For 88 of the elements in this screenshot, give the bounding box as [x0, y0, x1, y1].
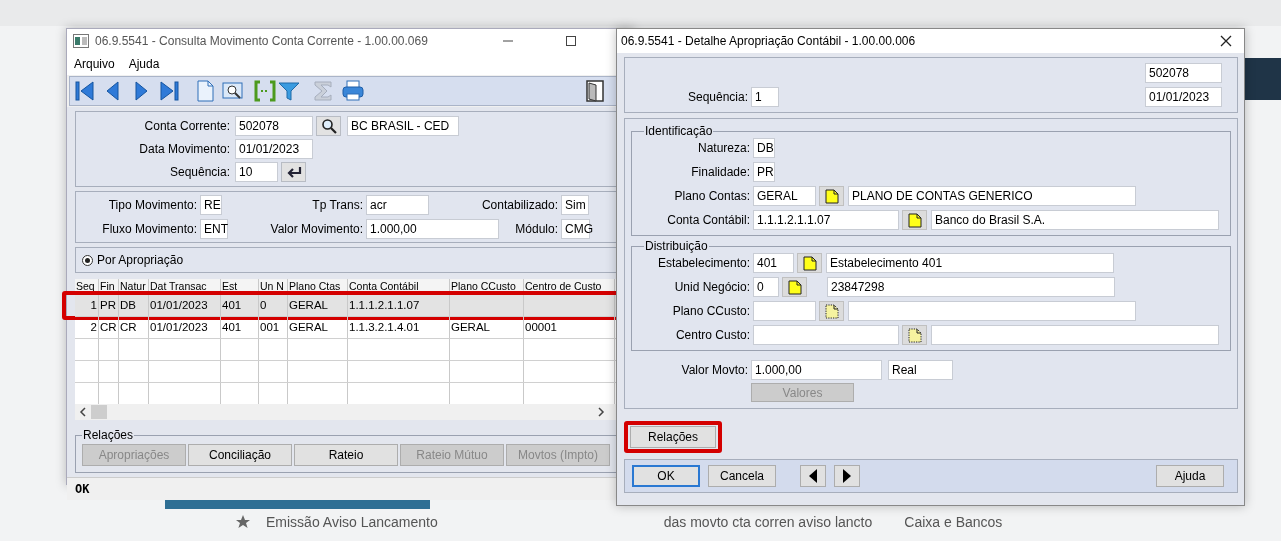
column-header[interactable]: Natur [119, 279, 149, 294]
table-cell: CR [99, 317, 119, 338]
relations-button[interactable]: Relações [630, 426, 716, 448]
table-cell: GERAL [288, 295, 348, 316]
table-cell: 401 [221, 317, 259, 338]
table-cell: 1.1.1.2.1.1.07 [348, 295, 450, 316]
column-header[interactable]: Un N [259, 279, 288, 294]
description-field: BC BRASIL - CED [347, 116, 459, 136]
field-label: Contabilizado: [480, 198, 559, 212]
input-field[interactable]: PR [753, 162, 775, 182]
background-text: Emissão Aviso Lancamento [266, 514, 438, 530]
input-field[interactable]: 502078 [235, 116, 313, 136]
field-label: Sequência: [168, 165, 231, 179]
table-cell: 01/01/2023 [149, 317, 221, 338]
description-field: Banco do Brasil S.A. [931, 210, 1219, 230]
input-field[interactable]: 01/01/2023 [235, 139, 313, 159]
field-label: Unid Negócio: [673, 280, 751, 294]
column-header[interactable]: Conta Contábil [348, 279, 450, 294]
table-cell: 01/01/2023 [149, 295, 221, 316]
window-title: 06.9.5541 - Detalhe Apropriação Contábil - 1.00.00.006 [621, 34, 916, 48]
column-header[interactable]: Fin [99, 279, 119, 294]
table-cell: 00001 [524, 317, 615, 338]
field-label: Valor Movto: [680, 363, 749, 377]
window-title: 06.9.5541 - Consulta Movimento Conta Corrente - 1.00.00.069 [95, 34, 428, 48]
group-title: Relações [82, 428, 135, 442]
column-header[interactable]: Est [221, 279, 259, 294]
description-field: 23847298 [827, 277, 1115, 297]
table-cell: 0 [259, 295, 288, 316]
column-header[interactable]: Plano CCusto [450, 279, 524, 294]
menu-item[interactable]: Arquivo [74, 57, 115, 71]
table-cell: 401 [221, 295, 259, 316]
relation-button[interactable]: Conciliação [188, 444, 292, 466]
field-label: Natureza: [696, 141, 751, 155]
group-title: Distribuição [644, 239, 709, 253]
table-cell: DB [119, 295, 149, 316]
input-field[interactable]: RE [200, 195, 222, 215]
field-label: Fluxo Movimento: [101, 222, 198, 236]
column-header[interactable]: Plano Ctas [288, 279, 348, 294]
date-field: 01/01/2023 [1145, 87, 1222, 107]
input-field[interactable]: ENT [200, 219, 228, 239]
background-text: das movto cta corren aviso lancto [663, 514, 873, 530]
code-field: 502078 [1145, 63, 1222, 83]
field-label: Plano Contas: [673, 189, 751, 203]
field-label: Módulo: [514, 222, 559, 236]
description-field: Estabelecimento 401 [826, 253, 1114, 273]
table-cell: 1 [75, 295, 99, 316]
table-cell: PR [99, 295, 119, 316]
input-field[interactable]: 1.000,00 [366, 219, 499, 239]
field-label: Tipo Movimento: [107, 198, 198, 212]
input-field[interactable]: 0 [753, 277, 779, 297]
currency-field: Real [888, 360, 953, 380]
input-field[interactable]: 10 [235, 162, 278, 182]
table-cell: CR [119, 317, 149, 338]
menu-item[interactable]: Ajuda [128, 57, 160, 71]
field-label: Valor Movimento: [269, 222, 364, 236]
input-field[interactable]: 1.1.1.2.1.1.07 [753, 210, 899, 230]
column-header[interactable]: Seq [75, 279, 99, 294]
description-field: PLANO DE CONTAS GENERICO [848, 186, 1136, 206]
input-field[interactable]: DB [753, 138, 775, 158]
field-label: Estabelecimento: [656, 256, 751, 270]
table-cell: 1.1.3.2.1.4.01 [348, 317, 450, 338]
field-label: Centro Custo: [674, 328, 751, 342]
cancel-button[interactable]: Cancela [708, 465, 776, 487]
background-text: Caixa e Bancos [904, 514, 1003, 530]
column-header[interactable]: Centro de Custo [524, 279, 615, 294]
field-label: Finalidade: [690, 165, 751, 179]
input-field[interactable]: acr [366, 195, 429, 215]
table-cell: GERAL [288, 317, 348, 338]
field-label: Plano CCusto: [671, 304, 751, 318]
table-cell: 2 [75, 317, 99, 338]
input-field[interactable]: 401 [753, 253, 794, 273]
help-button[interactable]: Ajuda [1156, 465, 1224, 487]
group-title: Identificação [644, 124, 714, 138]
field-label: Conta Contábil: [666, 213, 751, 227]
input-field[interactable]: 1 [751, 87, 779, 107]
column-header[interactable]: Dat Transac [149, 279, 221, 294]
radio-button[interactable]: Por Apropriação [82, 253, 184, 267]
input-field[interactable]: Sim [561, 195, 589, 215]
relation-button[interactable]: Rateio [294, 444, 398, 466]
table-cell: 001 [259, 317, 288, 338]
field-label: Tp Trans: [311, 198, 364, 212]
field-label: Data Movimento: [138, 142, 231, 156]
table-cell: GERAL [450, 317, 524, 338]
input-field[interactable]: GERAL [753, 186, 816, 206]
field-label: Sequência: [686, 90, 749, 104]
field-label: Conta Corrente: [143, 119, 231, 133]
input-field[interactable]: 1.000,00 [751, 360, 882, 380]
ok-button[interactable]: OK [632, 465, 700, 487]
